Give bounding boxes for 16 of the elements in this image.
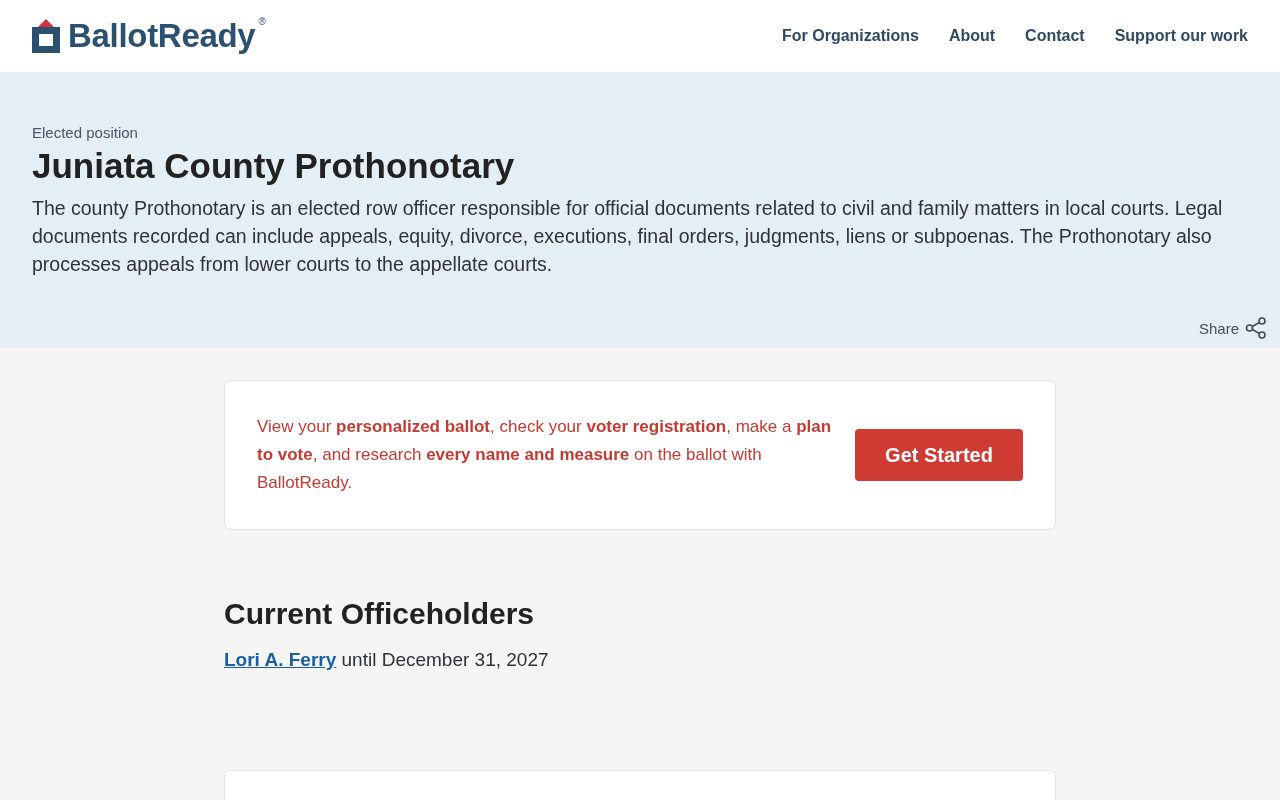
section-heading: Current Officeholders: [224, 596, 536, 632]
logo-link[interactable]: BallotReady®: [32, 16, 266, 56]
cta-text: View your personalized ballot, check your voter registration, make a plan to vote, and research every name and measure on the ballot with BallotReady.: [257, 416, 833, 494]
share-icon: [1245, 317, 1267, 339]
position-label: Elected position: [32, 124, 139, 142]
nav-link[interactable]: About: [948, 27, 996, 45]
position-description: The county Prothonotary is an elected row officer responsible for official documents related to civil and family matters in local courts. Legal documents recorded can include appeals, equity, divorce, executions, final orders, judgments, liens or subpoenas. The Prothonotary also processes appeals from lower courts to the appellate courts.: [32, 196, 1224, 277]
officeholder-text: Lori A. Ferry until December 31, 2027: [224, 648, 550, 672]
nav-link[interactable]: Contact: [1025, 27, 1085, 45]
page-title: Juniata County Prothonotary: [32, 146, 516, 186]
officeholder-link[interactable]: Lori A. Ferry: [224, 649, 337, 670]
nav-link[interactable]: Support our work: [1114, 27, 1248, 45]
get-started-button[interactable]: Get Started: [855, 429, 1023, 481]
nav-link[interactable]: For Organizations: [782, 27, 919, 45]
house-icon: [32, 19, 60, 53]
share-button[interactable]: Share: [1198, 317, 1267, 339]
